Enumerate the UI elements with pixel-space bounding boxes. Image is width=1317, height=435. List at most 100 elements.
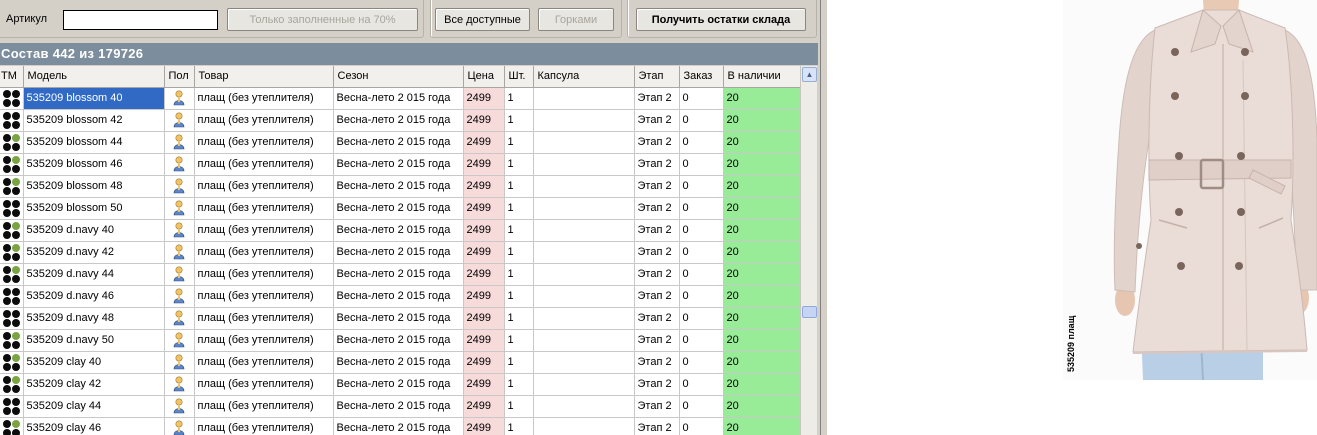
cell-sezon[interactable]: Весна-лето 2 015 года [333,131,464,154]
cell-tm[interactable] [0,131,24,154]
cell-qty[interactable]: 1 [504,87,534,110]
cell-stock[interactable]: 20 [723,219,801,242]
cell-price[interactable]: 2499 [463,285,505,308]
cell-tovar[interactable]: плащ (без утеплителя) [194,109,334,132]
cell-qty[interactable]: 1 [504,351,534,374]
table-row[interactable]: 535209 d.navy 46 плащ (без утеплителя) Вес… [0,285,801,308]
cell-sezon[interactable]: Весна-лето 2 015 года [333,329,464,352]
cell-stock[interactable]: 20 [723,153,801,176]
cell-model[interactable]: 535209 d.navy 42 [23,241,165,264]
cell-price[interactable]: 2499 [463,197,505,220]
cell-tovar[interactable]: плащ (без утеплителя) [194,87,334,110]
cell-sezon[interactable]: Весна-лето 2 015 года [333,153,464,176]
cell-pol[interactable] [164,373,195,396]
cell-model[interactable]: 535209 blossom 46 [23,153,165,176]
cell-zakaz[interactable]: 0 [679,197,724,220]
cell-tm[interactable] [0,109,24,132]
cell-kapsula[interactable] [533,87,635,110]
cell-model[interactable]: 535209 d.navy 46 [23,285,165,308]
cell-tm[interactable] [0,197,24,220]
cell-tovar[interactable]: плащ (без утеплителя) [194,351,334,374]
cell-etap[interactable]: Этап 2 [634,351,680,374]
cell-sezon[interactable]: Весна-лето 2 015 года [333,175,464,198]
table-row[interactable]: 535209 blossom 50 плащ (без утеплителя) Ве… [0,197,801,220]
cell-tovar[interactable]: плащ (без утеплителя) [194,263,334,286]
cell-stock[interactable]: 20 [723,175,801,198]
cell-stock[interactable]: 20 [723,307,801,330]
cell-tovar[interactable]: плащ (без утеплителя) [194,197,334,220]
cell-zakaz[interactable]: 0 [679,373,724,396]
table-row[interactable]: 535209 d.navy 48 плащ (без утеплителя) Вес… [0,307,801,330]
cell-etap[interactable]: Этап 2 [634,373,680,396]
cell-zakaz[interactable]: 0 [679,87,724,110]
cell-kapsula[interactable] [533,285,635,308]
cell-zakaz[interactable]: 0 [679,307,724,330]
cell-model[interactable]: 535209 d.navy 48 [23,307,165,330]
cell-stock[interactable]: 20 [723,131,801,154]
cell-price[interactable]: 2499 [463,329,505,352]
cell-qty[interactable]: 1 [504,285,534,308]
cell-stock[interactable]: 20 [723,263,801,286]
table-row[interactable]: 535209 d.navy 40 плащ (без утеплителя) Вес… [0,219,801,242]
cell-sezon[interactable]: Весна-лето 2 015 года [333,351,464,374]
cell-etap[interactable]: Этап 2 [634,197,680,220]
cell-price[interactable]: 2499 [463,351,505,374]
cell-model[interactable]: 535209 d.navy 50 [23,329,165,352]
cell-qty[interactable]: 1 [504,219,534,242]
cell-etap[interactable]: Этап 2 [634,153,680,176]
cell-tm[interactable] [0,417,24,435]
cell-tm[interactable] [0,285,24,308]
cell-etap[interactable]: Этап 2 [634,175,680,198]
cell-etap[interactable]: Этап 2 [634,131,680,154]
cell-qty[interactable]: 1 [504,373,534,396]
cell-kapsula[interactable] [533,175,635,198]
cell-etap[interactable]: Этап 2 [634,307,680,330]
cell-kapsula[interactable] [533,131,635,154]
cell-tovar[interactable]: плащ (без утеплителя) [194,329,334,352]
cell-pol[interactable] [164,87,195,110]
cell-kapsula[interactable] [533,395,635,418]
cell-model[interactable]: 535209 blossom 44 [23,131,165,154]
cell-pol[interactable] [164,263,195,286]
cell-price[interactable]: 2499 [463,373,505,396]
cell-zakaz[interactable]: 0 [679,395,724,418]
cell-sezon[interactable]: Весна-лето 2 015 года [333,417,464,435]
cell-pol[interactable] [164,307,195,330]
cell-tovar[interactable]: плащ (без утеплителя) [194,417,334,435]
cell-zakaz[interactable]: 0 [679,417,724,435]
cell-price[interactable]: 2499 [463,175,505,198]
filled-70-button[interactable]: Только заполненные на 70% [227,8,418,31]
cell-sezon[interactable]: Весна-лето 2 015 года [333,263,464,286]
cell-tm[interactable] [0,87,24,110]
cell-qty[interactable]: 1 [504,263,534,286]
col-header-price[interactable]: Цена [463,66,505,88]
cell-etap[interactable]: Этап 2 [634,263,680,286]
all-available-button[interactable]: Все доступные [435,8,530,31]
cell-zakaz[interactable]: 0 [679,329,724,352]
cell-tm[interactable] [0,395,24,418]
cell-tovar[interactable]: плащ (без утеплителя) [194,307,334,330]
cell-tm[interactable] [0,373,24,396]
cell-sezon[interactable]: Весна-лето 2 015 года [333,197,464,220]
col-header-zakaz[interactable]: Заказ [679,66,724,88]
cell-tm[interactable] [0,263,24,286]
cell-etap[interactable]: Этап 2 [634,87,680,110]
cell-etap[interactable]: Этап 2 [634,395,680,418]
cell-stock[interactable]: 20 [723,329,801,352]
cell-tm[interactable] [0,351,24,374]
cell-price[interactable]: 2499 [463,395,505,418]
cell-pol[interactable] [164,109,195,132]
cell-stock[interactable]: 20 [723,285,801,308]
cell-tm[interactable] [0,241,24,264]
cell-kapsula[interactable] [533,373,635,396]
cell-zakaz[interactable]: 0 [679,131,724,154]
get-stock-button[interactable]: Получить остатки склада [636,8,806,31]
cell-price[interactable]: 2499 [463,87,505,110]
cell-model[interactable]: 535209 blossom 48 [23,175,165,198]
cell-pol[interactable] [164,175,195,198]
cell-stock[interactable]: 20 [723,395,801,418]
cell-stock[interactable]: 20 [723,109,801,132]
cell-kapsula[interactable] [533,329,635,352]
cell-price[interactable]: 2499 [463,153,505,176]
cell-qty[interactable]: 1 [504,307,534,330]
